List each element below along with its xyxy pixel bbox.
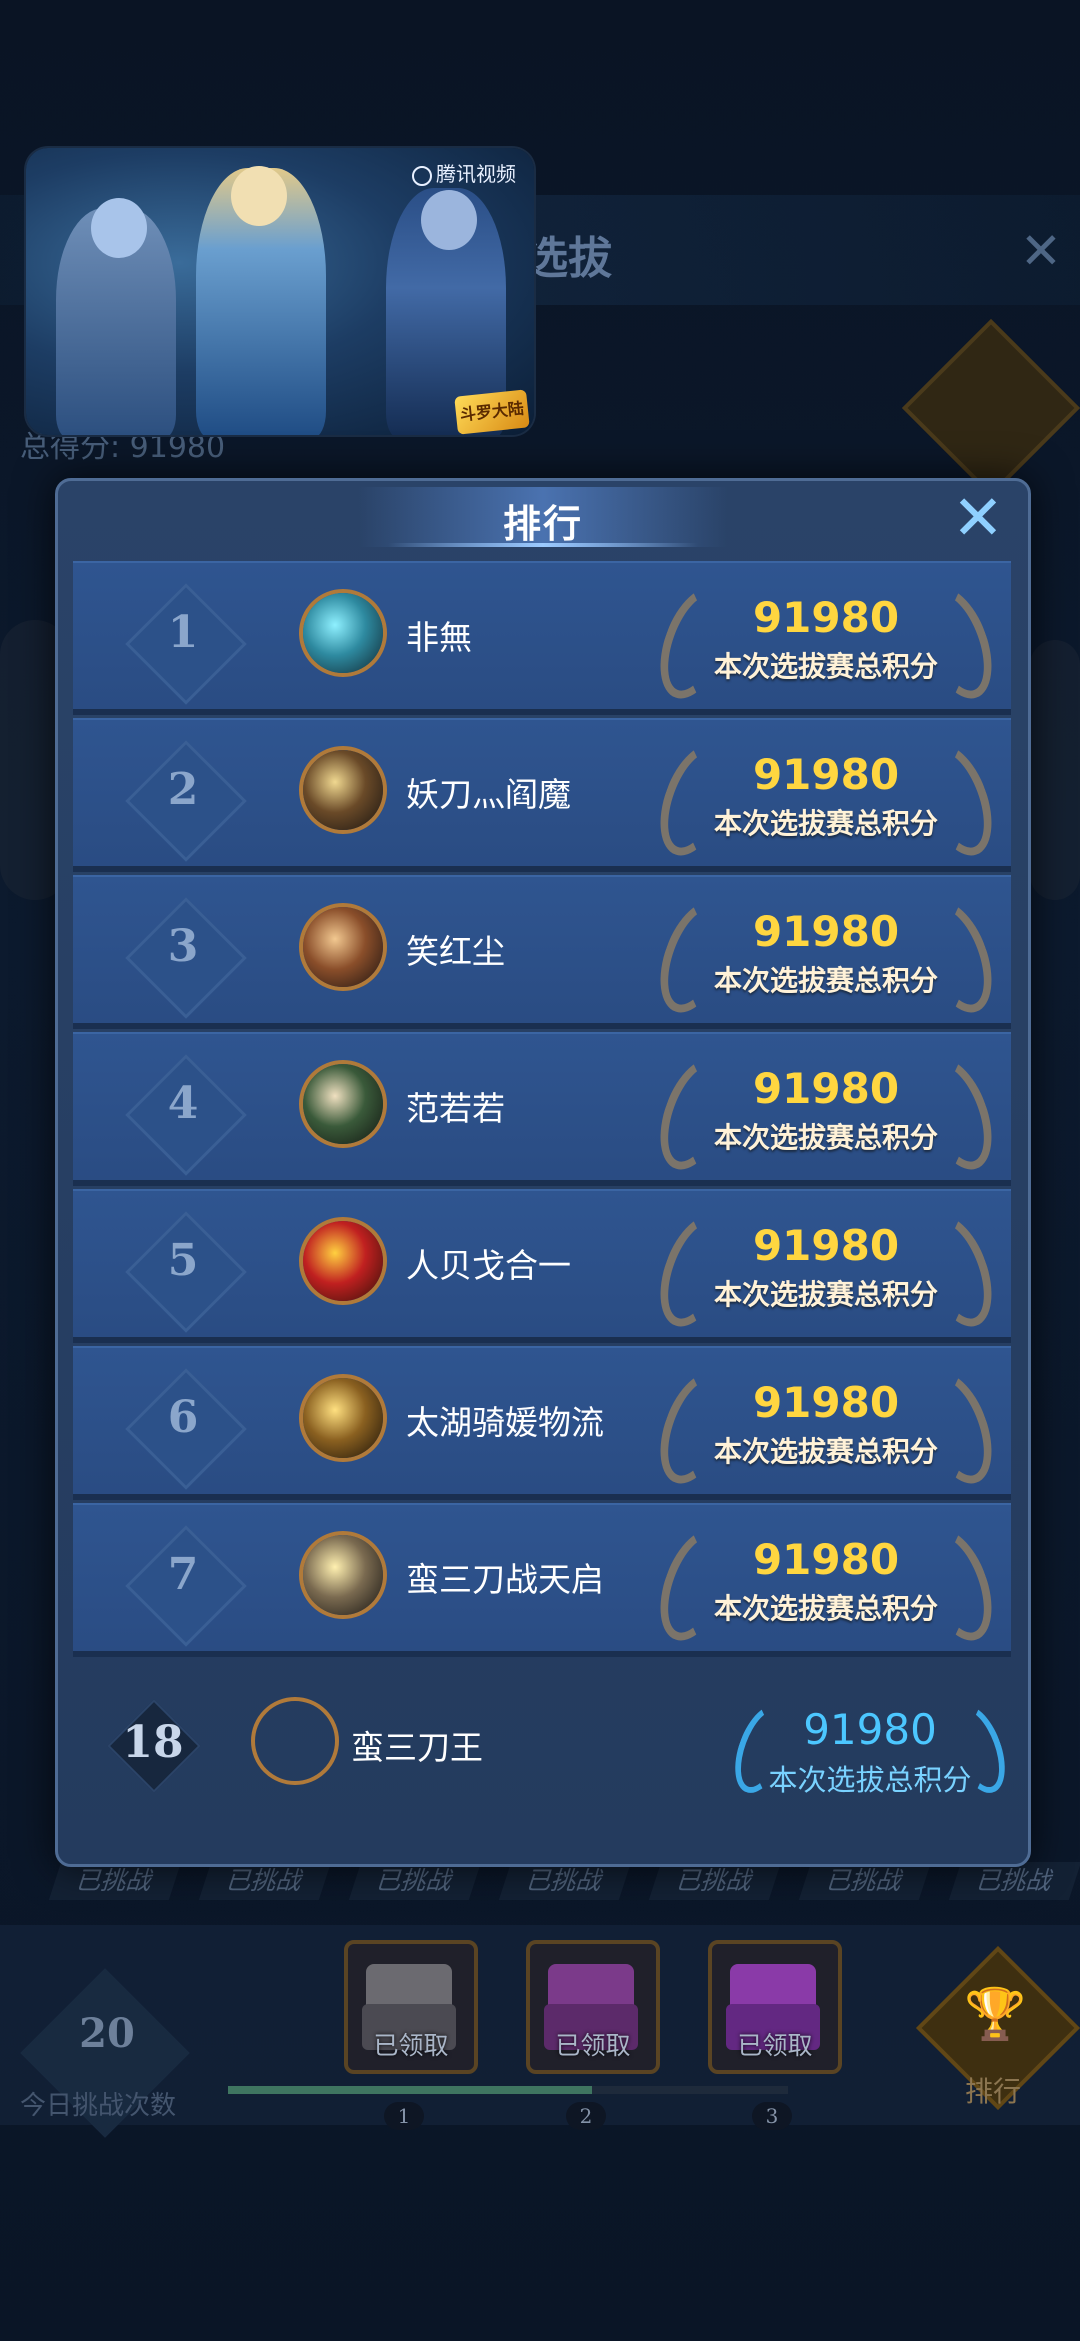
video-watermark: 腾讯视频 bbox=[412, 158, 516, 187]
score-label: 本次选拔赛总积分 bbox=[713, 964, 938, 997]
avatar[interactable] bbox=[299, 1217, 387, 1305]
challenged-tag: 已挑战 bbox=[648, 1862, 782, 1900]
reward-chest-2[interactable]: 已领取 bbox=[526, 1940, 660, 2074]
modal-title: 排行 bbox=[502, 502, 583, 546]
video-figure-head bbox=[231, 166, 287, 226]
self-score-label: 本次选拔总积分 bbox=[768, 1763, 972, 1797]
avatar-image bbox=[303, 907, 383, 987]
rank-number: 5 bbox=[167, 1235, 199, 1286]
score-value: 91980 bbox=[752, 1378, 900, 1427]
chest-claimed-label: 已领取 bbox=[373, 2031, 449, 2060]
player-name: 笑红尘 bbox=[406, 932, 505, 971]
milestone-1: 1 bbox=[384, 2102, 424, 2130]
trophy-icon: 🏆 bbox=[964, 1985, 1027, 2043]
self-player-name: 蛮三刀王 bbox=[351, 1728, 483, 1767]
score-value: 91980 bbox=[752, 1064, 900, 1113]
avatar[interactable] bbox=[299, 903, 387, 991]
challenged-tag: 已挑战 bbox=[498, 1862, 632, 1900]
rank-number: 6 bbox=[167, 1392, 199, 1443]
challenged-tag: 已挑战 bbox=[798, 1862, 932, 1900]
ranking-row[interactable]: 7 蛮三刀战天启 91980 本次选拔赛总积分 bbox=[73, 1503, 1011, 1657]
player-name: 妖刀灬阎魔 bbox=[406, 775, 571, 814]
close-icon[interactable]: ✕ bbox=[948, 487, 1008, 549]
ranking-row[interactable]: 1 非無 91980 本次选拔赛总积分 bbox=[73, 561, 1011, 715]
score-value: 91980 bbox=[752, 593, 900, 642]
score-label: 本次选拔赛总积分 bbox=[713, 1278, 938, 1311]
play-icon bbox=[412, 165, 432, 186]
avatar[interactable] bbox=[251, 1697, 339, 1785]
rank-number: 4 bbox=[167, 1078, 199, 1129]
avatar[interactable] bbox=[299, 1060, 387, 1148]
avatar-image bbox=[303, 1535, 383, 1615]
reward-progress-bar bbox=[228, 2086, 788, 2094]
avatar-image bbox=[303, 593, 383, 673]
milestone-3: 3 bbox=[752, 2102, 792, 2130]
today-count: 20 bbox=[79, 2010, 135, 2057]
challenged-tag: 已挑战 bbox=[198, 1862, 332, 1900]
reward-progress-fill bbox=[228, 2086, 592, 2094]
ranking-row[interactable]: 5 人贝戈合一 91980 本次选拔赛总积分 bbox=[73, 1189, 1011, 1343]
video-watermark-text: 腾讯视频 bbox=[436, 162, 516, 186]
player-name: 蛮三刀战天启 bbox=[406, 1560, 604, 1599]
ranking-row[interactable]: 4 范若若 91980 本次选拔赛总积分 bbox=[73, 1032, 1011, 1186]
self-ranking-row: 18 蛮三刀王 91980 本次选拔总积分 bbox=[73, 1675, 1016, 1825]
background-close-icon: ✕ bbox=[1020, 222, 1062, 280]
challenged-tag-row: 已挑战 已挑战 已挑战 已挑战 已挑战 已挑战 已挑战 bbox=[0, 1862, 1080, 1902]
avatar[interactable] bbox=[299, 1374, 387, 1462]
score-value: 91980 bbox=[752, 1221, 900, 1270]
avatar-image bbox=[303, 1064, 383, 1144]
challenged-tag: 已挑战 bbox=[348, 1862, 482, 1900]
background-decoration-right bbox=[1030, 640, 1080, 900]
chest-claimed-label: 已领取 bbox=[555, 2031, 631, 2060]
score-label: 本次选拔赛总积分 bbox=[713, 807, 938, 840]
reward-chest-3[interactable]: 已领取 bbox=[708, 1940, 842, 2074]
today-count-label: 今日挑战次数 bbox=[20, 2091, 177, 2121]
ranking-modal: 排行 ✕ 1 非無 91980 本次选拔赛总积分 2 妖刀灬阎魔 91980 本次选拔赛总积分… bbox=[55, 478, 1031, 1867]
score-label: 本次选拔赛总积分 bbox=[713, 1435, 938, 1468]
background-rank-icon bbox=[901, 318, 1080, 498]
self-rank-number: 18 bbox=[122, 1717, 184, 1768]
rank-number: 3 bbox=[167, 921, 199, 972]
player-name: 范若若 bbox=[406, 1089, 505, 1128]
avatar[interactable] bbox=[299, 589, 387, 677]
background-rank-button-label: 排行 bbox=[964, 2075, 1021, 2108]
ranking-row[interactable]: 2 妖刀灬阎魔 91980 本次选拔赛总积分 bbox=[73, 718, 1011, 872]
score-value: 91980 bbox=[752, 750, 900, 799]
video-figure-head bbox=[421, 190, 477, 250]
video-logo: 斗罗大陆 bbox=[454, 389, 530, 435]
avatar-image bbox=[303, 1378, 383, 1458]
reward-chest-1[interactable]: 已领取 bbox=[344, 1940, 478, 2074]
score-label: 本次选拔赛总积分 bbox=[713, 1121, 938, 1154]
score-value: 91980 bbox=[752, 907, 900, 956]
rank-number: 2 bbox=[167, 764, 199, 815]
avatar-image bbox=[303, 1221, 383, 1301]
chest-claimed-label: 已领取 bbox=[737, 2031, 813, 2060]
player-name: 太湖骑媛物流 bbox=[406, 1403, 604, 1442]
video-figure-head bbox=[91, 198, 147, 258]
challenged-tag: 已挑战 bbox=[48, 1862, 182, 1900]
rank-number: 7 bbox=[167, 1549, 199, 1600]
ranking-list[interactable]: 1 非無 91980 本次选拔赛总积分 2 妖刀灬阎魔 91980 本次选拔赛总积分 3 笑红尘 9… bbox=[73, 561, 1011, 1659]
challenged-tag: 已挑战 bbox=[948, 1862, 1080, 1900]
player-name: 人贝戈合一 bbox=[406, 1246, 571, 1285]
avatar[interactable] bbox=[299, 746, 387, 834]
rank-number: 1 bbox=[167, 607, 199, 658]
avatar[interactable] bbox=[299, 1531, 387, 1619]
score-value: 91980 bbox=[752, 1535, 900, 1584]
milestone-2: 2 bbox=[566, 2102, 606, 2130]
score-label: 本次选拔赛总积分 bbox=[713, 1592, 938, 1625]
score-label: 本次选拔赛总积分 bbox=[713, 650, 938, 683]
player-name: 非無 bbox=[406, 618, 472, 657]
ranking-row[interactable]: 6 太湖骑媛物流 91980 本次选拔赛总积分 bbox=[73, 1346, 1011, 1500]
floating-video[interactable]: 腾讯视频 斗罗大陆 bbox=[26, 148, 534, 435]
ranking-row[interactable]: 3 笑红尘 91980 本次选拔赛总积分 bbox=[73, 875, 1011, 1029]
self-score: 91980 bbox=[803, 1705, 937, 1754]
avatar-image bbox=[303, 750, 383, 830]
